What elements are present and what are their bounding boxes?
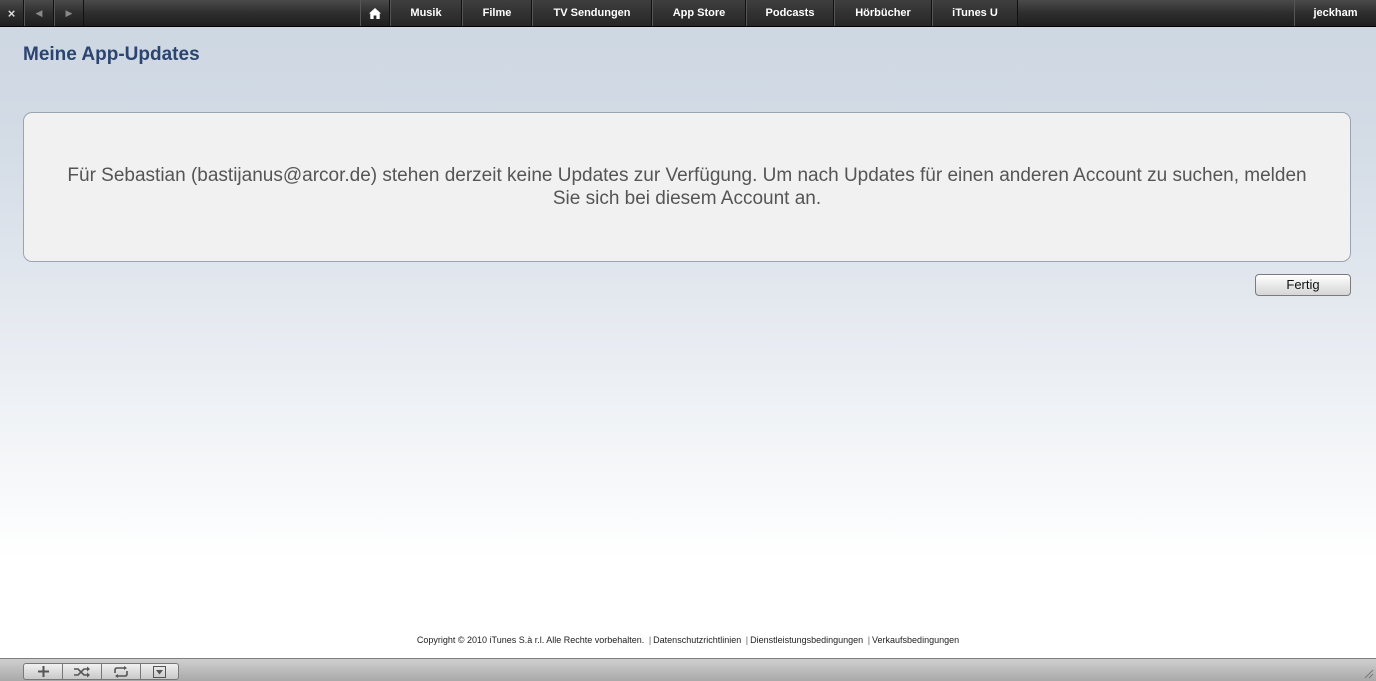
nav-item-musik[interactable]: Musik bbox=[390, 0, 462, 26]
nav-item-itunes-u[interactable]: iTunes U bbox=[932, 0, 1018, 26]
nav-item-label: Filme bbox=[482, 7, 512, 19]
nav-item-podcasts[interactable]: Podcasts bbox=[746, 0, 834, 26]
account-name: jeckham bbox=[1313, 7, 1358, 19]
nav-item-label: Podcasts bbox=[765, 7, 815, 19]
account-button[interactable]: jeckham bbox=[1294, 0, 1376, 26]
message-panel: Für Sebastian (bastijanus@arcor.de) steh… bbox=[23, 112, 1351, 262]
nav-item-hoerbuecher[interactable]: Hörbücher bbox=[834, 0, 932, 26]
nav-item-label: Musik bbox=[410, 7, 442, 19]
nav-item-label: Hörbücher bbox=[855, 7, 911, 19]
forward-arrow-icon: ▶ bbox=[65, 7, 73, 18]
close-button[interactable]: × bbox=[0, 0, 24, 26]
copyright-text: Copyright © 2010 iTunes S.à r.l. Alle Re… bbox=[416, 635, 645, 645]
back-button[interactable]: ◀ bbox=[24, 0, 54, 26]
nav-item-app-store[interactable]: App Store bbox=[652, 0, 746, 26]
done-button[interactable]: Fertig bbox=[1255, 274, 1351, 296]
resize-grip-icon[interactable] bbox=[1362, 667, 1374, 679]
bottom-control-bar bbox=[0, 658, 1376, 681]
repeat-button[interactable] bbox=[101, 663, 140, 680]
nav-item-filme[interactable]: Filme bbox=[462, 0, 532, 26]
privacy-policy-link[interactable]: Datenschutzrichtlinien bbox=[653, 635, 741, 645]
top-nav-bar: × ◀ ▶ Musik Filme TV Sendungen App Store… bbox=[0, 0, 1376, 27]
no-updates-message: Für Sebastian (bastijanus@arcor.de) steh… bbox=[67, 165, 1307, 209]
nav-item-label: iTunes U bbox=[952, 7, 998, 19]
nav-item-label: TV Sendungen bbox=[553, 7, 631, 19]
footer: Copyright © 2010 iTunes S.à r.l. Alle Re… bbox=[0, 635, 1376, 645]
nav-item-tv-sendungen[interactable]: TV Sendungen bbox=[532, 0, 652, 26]
terms-of-service-link[interactable]: Dienstleistungsbedingungen bbox=[750, 635, 863, 645]
eject-icon bbox=[153, 665, 166, 678]
nav-item-label: App Store bbox=[672, 7, 726, 19]
home-button[interactable] bbox=[360, 0, 390, 26]
playback-controls bbox=[23, 663, 179, 680]
add-icon bbox=[37, 666, 49, 677]
home-icon bbox=[369, 7, 381, 19]
repeat-icon bbox=[114, 665, 128, 678]
shuffle-button[interactable] bbox=[62, 663, 101, 680]
add-button[interactable] bbox=[23, 663, 62, 680]
footer-separator: | bbox=[867, 635, 871, 645]
forward-button[interactable]: ▶ bbox=[54, 0, 84, 26]
terms-of-sale-link[interactable]: Verkaufsbedingungen bbox=[872, 635, 959, 645]
show-artwork-button[interactable] bbox=[140, 663, 179, 680]
shuffle-icon bbox=[74, 666, 90, 677]
page-title: Meine App-Updates bbox=[23, 44, 200, 65]
back-arrow-icon: ◀ bbox=[35, 7, 43, 18]
close-icon: × bbox=[7, 5, 16, 21]
footer-separator: | bbox=[648, 635, 652, 645]
footer-separator: | bbox=[745, 635, 749, 645]
